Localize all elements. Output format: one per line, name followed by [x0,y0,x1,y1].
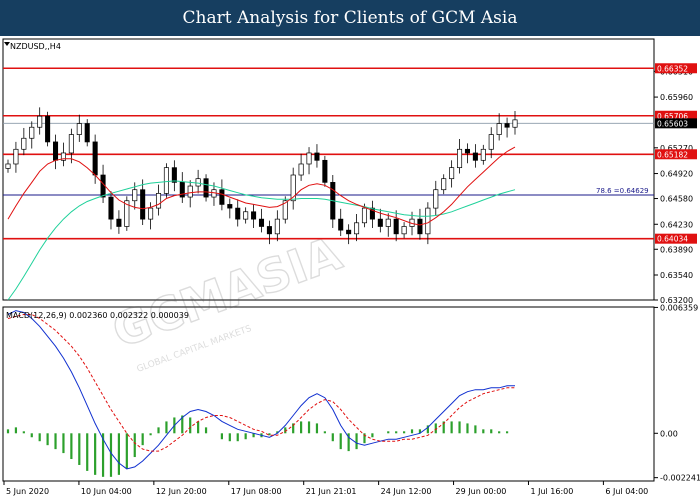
candlestick [361,207,368,224]
candlestick [29,126,35,139]
candlestick [377,218,383,227]
candlestick [84,123,90,143]
chart-banner-title: Chart Analysis for Clients of GCM Asia [0,0,700,36]
candlestick [155,193,162,209]
candlestick [140,189,146,220]
candlestick [512,119,518,128]
y-tick-label: 0.64230 [660,220,693,229]
candlestick [354,222,360,235]
candlestick [13,148,19,165]
x-tick-label: 1 Jul 16:00 [530,487,573,496]
candlestick [504,123,510,128]
price-chart-title: NZDUSD,,H4 [10,42,61,51]
y-tick-label: 0.63540 [660,271,693,280]
y-tick-label: 0.65960 [660,93,693,102]
candlestick [488,134,494,150]
candlestick [227,204,233,209]
candlestick [417,218,423,235]
candlestick [203,178,209,198]
fibonacci-label: 78.6 =0.64629 [596,187,649,195]
x-tick-label: 5 Jun 2020 [6,487,49,496]
x-tick-label: 6 Jul 04:00 [605,487,648,496]
price-level-label: 0.64034 [657,235,688,244]
candlestick [258,218,265,227]
candlestick [219,189,225,205]
candlestick [433,189,439,209]
chart-canvas: GCMASIA GLOBAL CAPITAL MARKETS 0.663100.… [2,38,700,496]
candlestick [251,211,257,220]
candlestick [21,137,27,150]
y-tick-label: 0.63890 [660,245,693,254]
candlestick [5,163,11,169]
candlestick [322,159,328,183]
x-tick-label: 12 Jun 20:00 [156,487,207,496]
y-tick-label: 0.64580 [660,195,693,204]
macd-y-tick-label: 0.006359 [660,303,698,312]
candlestick [243,211,249,220]
candlestick [274,218,280,235]
candlestick [171,167,177,183]
candlestick [346,229,352,235]
candlestick [338,218,344,231]
candlestick [425,207,431,235]
macd-chart-title: MACD(12,26,9) 0.002360 0.002322 0.000039 [6,311,189,320]
candlestick [496,123,502,135]
current-price-label: 0.65603 [657,119,688,128]
candlestick [108,196,114,220]
candlestick [314,152,320,161]
candlestick [53,141,59,161]
candlestick [195,178,201,187]
candlestick [449,167,455,180]
x-tick-label: 29 Jun 00:00 [456,487,507,496]
price-level-label: 0.65182 [657,150,688,159]
candlestick [401,226,407,235]
x-tick-label: 21 Jun 21:01 [306,487,357,496]
candlestick [480,148,486,161]
x-tick-label: 17 Jun 08:00 [231,487,282,496]
candlestick [68,134,74,154]
candlestick [298,163,304,176]
candlestick [76,123,82,135]
candlestick [92,141,98,176]
candlestick [37,115,43,128]
macd-y-tick-label: 0.00 [660,429,678,438]
candlestick [132,189,138,202]
macd-y-tick-label: -0.002241 [660,474,700,483]
x-tick-label: 24 Jun 12:00 [381,487,432,496]
candlestick [235,207,241,220]
candlestick [385,218,391,227]
macd-panel [2,306,655,482]
candlestick [472,152,478,161]
candlestick [148,207,154,220]
y-tick-label: 0.64920 [660,170,693,179]
price-level-label: 0.66352 [657,64,688,73]
candlestick [441,178,447,191]
candlestick [116,218,122,227]
candlestick [464,148,470,154]
candlestick [163,167,169,194]
candlestick [266,226,272,235]
candlestick [45,115,51,143]
candlestick [187,185,193,198]
x-tick-label: 10 Jun 04:00 [81,487,132,496]
candlestick [393,218,399,235]
candlestick [306,152,312,165]
candlestick [457,148,463,169]
